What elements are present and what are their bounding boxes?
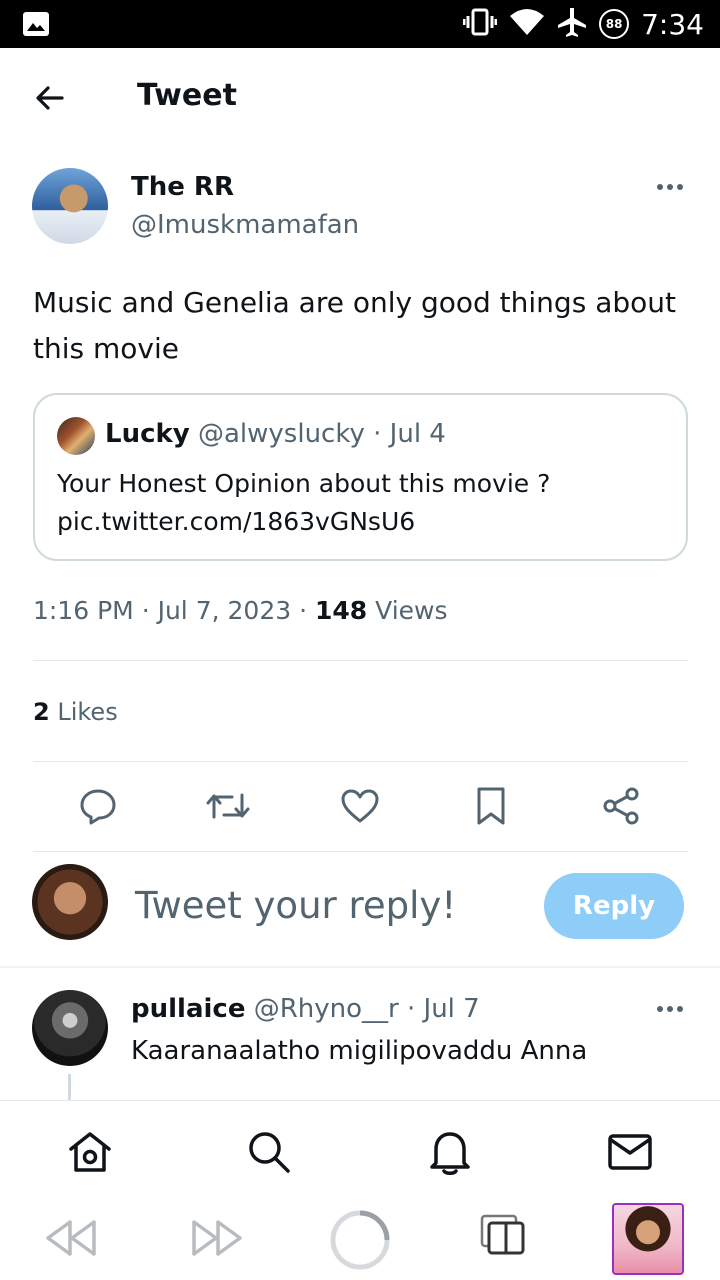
rewind-button[interactable]	[44, 1218, 98, 1258]
arrow-left-icon	[36, 86, 64, 110]
tweet-time: 1:16 PM	[33, 596, 134, 625]
reply-author-handle[interactable]: @Rhyno__r	[254, 994, 399, 1024]
divider	[0, 966, 720, 968]
profile-thumbnail[interactable]	[612, 1203, 684, 1275]
spinner-icon	[330, 1210, 390, 1270]
quoted-tweet-text: Your Honest Opinion about this movie ? p…	[57, 465, 657, 541]
like-action-button[interactable]	[338, 784, 382, 828]
tweet-metadata: 1:16 PM · Jul 7, 2023 · 148 Views	[33, 596, 448, 625]
rewind-icon	[46, 1220, 96, 1256]
fast-forward-icon	[192, 1220, 242, 1256]
mail-icon	[608, 1134, 652, 1170]
nav-search[interactable]	[246, 1129, 292, 1175]
reply-header: pullaice @Rhyno__r · Jul 7	[131, 994, 480, 1024]
fast-forward-button[interactable]	[190, 1218, 244, 1258]
reply-more-button[interactable]	[650, 999, 690, 1019]
current-user-avatar[interactable]	[32, 864, 108, 940]
quoted-tweet-date: · Jul 4	[373, 419, 446, 449]
author-name[interactable]: The RR	[131, 172, 234, 202]
quoted-author-name: Lucky	[105, 419, 190, 449]
share-action-button[interactable]	[599, 784, 643, 828]
reply-input[interactable]: Tweet your reply!	[135, 884, 456, 927]
back-button[interactable]	[30, 78, 70, 118]
bottom-navigation	[0, 1100, 720, 1200]
divider	[33, 761, 688, 762]
bookmark-icon	[477, 787, 505, 825]
author-avatar[interactable]	[32, 168, 108, 244]
reply-button[interactable]: Reply	[544, 873, 684, 939]
status-bar: 88 7:34	[0, 0, 720, 48]
quoted-tweet-card[interactable]: Lucky @alwyslucky · Jul 4 Your Honest Op…	[33, 393, 688, 561]
quoted-author-handle: @alwyslucky	[198, 419, 365, 449]
views-count: 148	[315, 596, 368, 625]
tweet-more-button[interactable]	[650, 177, 690, 197]
nav-home[interactable]	[67, 1129, 113, 1175]
nav-notifications[interactable]	[427, 1129, 473, 1175]
nav-messages[interactable]	[607, 1129, 653, 1175]
share-icon	[603, 787, 639, 825]
gallery-notification-icon	[22, 11, 50, 37]
battery-saver-icon: 88	[599, 9, 630, 39]
comment-icon	[80, 789, 116, 825]
author-handle[interactable]: @Imuskmamafan	[131, 210, 359, 240]
retweet-action-button[interactable]	[206, 784, 250, 828]
reply-text: Kaaranaalatho migilipovaddu Anna	[131, 1036, 588, 1066]
search-icon	[249, 1132, 290, 1173]
page-title: Tweet	[137, 78, 237, 113]
divider	[33, 851, 688, 852]
vibrate-icon	[462, 8, 498, 41]
likes-label: Likes	[57, 698, 118, 726]
bell-icon	[430, 1132, 470, 1175]
retweet-icon	[206, 793, 250, 819]
clock: 7:34	[641, 7, 704, 41]
quoted-author-avatar	[57, 417, 95, 455]
divider	[33, 660, 688, 661]
bookmark-action-button[interactable]	[469, 784, 513, 828]
quoted-tweet-link[interactable]: pic.twitter.com/1863vGNsU6	[57, 503, 657, 541]
reply-author-name[interactable]: pullaice	[131, 994, 245, 1024]
wifi-icon	[509, 8, 545, 41]
tabs-icon	[480, 1214, 525, 1255]
reply-author-avatar[interactable]	[32, 990, 108, 1066]
home-icon	[69, 1132, 111, 1172]
likes-summary[interactable]: 2 Likes	[33, 698, 118, 726]
reply-date: · Jul 7	[407, 994, 480, 1024]
more-dots-icon	[657, 1006, 663, 1012]
heart-icon	[341, 789, 379, 823]
views-label: Views	[375, 596, 448, 625]
more-dots-icon	[657, 184, 663, 190]
top-app-bar: Tweet	[0, 48, 720, 146]
airplane-mode-icon	[557, 7, 587, 42]
likes-count: 2	[33, 698, 50, 726]
loading-spinner	[329, 1209, 391, 1271]
tweet-text: Music and Genelia are only good things a…	[33, 286, 676, 365]
tabs-button[interactable]	[480, 1214, 526, 1256]
reply-action-button[interactable]	[76, 784, 120, 828]
tweet-date: Jul 7, 2023	[157, 596, 292, 625]
quoted-tweet-header: Lucky @alwyslucky · Jul 4	[105, 419, 446, 449]
